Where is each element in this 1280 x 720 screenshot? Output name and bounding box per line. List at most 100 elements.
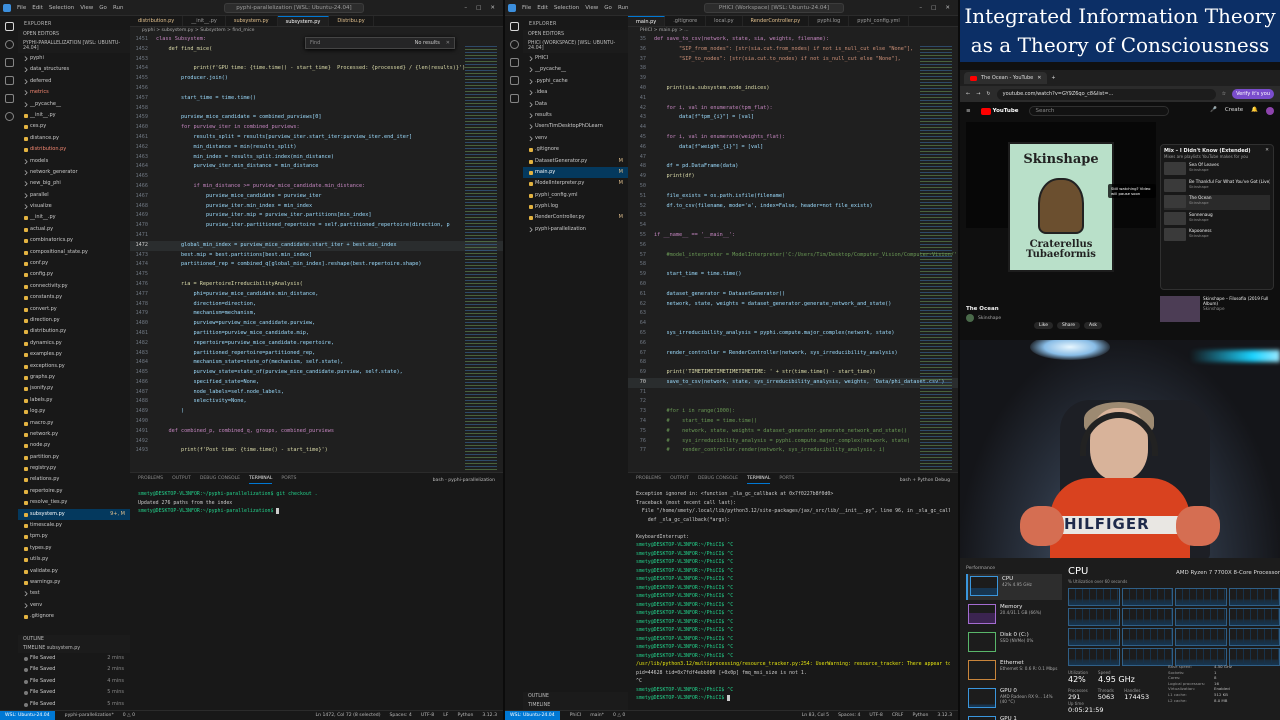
file-item[interactable]: ModelInterpreter.py M bbox=[523, 178, 628, 189]
reload-icon[interactable]: ↻ bbox=[986, 91, 990, 97]
explorer-icon[interactable] bbox=[4, 22, 14, 31]
file-item[interactable]: direction.py bbox=[18, 315, 130, 326]
code-line[interactable]: 1468 purview_iter.min_index = min_index bbox=[130, 202, 503, 212]
status-item-right[interactable]: Spaces: 4 bbox=[838, 713, 860, 718]
channel-avatar[interactable] bbox=[966, 314, 974, 322]
code-line[interactable]: 72 bbox=[628, 397, 958, 407]
code-line[interactable]: 1477 phi=purview_mice_candidate.min_dist… bbox=[130, 290, 503, 300]
folder-item[interactable]: Data bbox=[523, 99, 628, 110]
star-icon[interactable]: ☆ bbox=[1222, 91, 1226, 97]
code-line[interactable]: 1486 specified_state=None, bbox=[130, 378, 503, 388]
panel-tab[interactable]: PROBLEMS bbox=[138, 476, 163, 484]
terminal-output[interactable]: Exception ignored in: <function _sla_gc_… bbox=[628, 487, 958, 706]
source-control-icon[interactable] bbox=[4, 58, 14, 67]
panel-tab[interactable]: TERMINAL bbox=[747, 476, 771, 484]
file-item[interactable]: ces.py bbox=[18, 121, 130, 132]
code-line[interactable]: 1490 bbox=[130, 417, 503, 427]
new-tab-icon[interactable]: + bbox=[1051, 75, 1055, 81]
video-action-button[interactable]: Ask bbox=[1083, 322, 1103, 329]
folder-item[interactable]: deferred bbox=[18, 76, 130, 87]
code-line[interactable]: 1462 min_distance = min(results_split) bbox=[130, 143, 503, 153]
timeline-section[interactable]: TIMELINE bbox=[523, 701, 628, 710]
folder-item[interactable]: .idea bbox=[523, 87, 628, 98]
code-line[interactable]: 56 bbox=[628, 241, 958, 251]
terminal-output[interactable]: smety@DESKTOP-VL3NFOR:~/pyphi-paralleliz… bbox=[130, 487, 503, 519]
folder-item[interactable]: __pycache__ bbox=[18, 99, 130, 110]
code-line[interactable]: 46 data[f"weight_{i}"] = [val] bbox=[628, 143, 958, 153]
code-line[interactable]: 1454 print(f'GPU time: {time.time() - st… bbox=[130, 64, 503, 74]
code-line[interactable]: 1476 ria = RepertoireIrreducibilityAnaly… bbox=[130, 280, 503, 290]
folder-item[interactable]: data_structures bbox=[18, 64, 130, 75]
code-line[interactable]: 51 file_exists = os.path.isfile(filename… bbox=[628, 192, 958, 202]
file-item[interactable]: pyphi.log bbox=[523, 201, 628, 212]
folder-item[interactable]: venv bbox=[18, 600, 130, 611]
find-widget[interactable]: Find No results ✕ bbox=[305, 37, 455, 49]
timeline-item[interactable]: File Saved 4 mins bbox=[18, 676, 130, 687]
editor-tab[interactable]: main.py bbox=[628, 16, 666, 26]
file-item[interactable]: DatasetGenerator.py M bbox=[523, 156, 628, 167]
code-line[interactable]: 36 "SIP_from_nodes": [str(sia.cut.from_n… bbox=[628, 45, 958, 55]
remote-indicator[interactable]: WSL: Ubuntu-24.04 bbox=[0, 710, 55, 720]
code-line[interactable]: 1485 purview_state=state_of(purview_mice… bbox=[130, 368, 503, 378]
code-line[interactable]: 76 # sys_irreducibility_analysis = pyphi… bbox=[628, 437, 958, 447]
profile-button[interactable]: Verify it's you bbox=[1232, 89, 1274, 99]
code-line[interactable]: 54 bbox=[628, 221, 958, 231]
file-item[interactable]: pyphi_config.yml bbox=[523, 190, 628, 201]
code-line[interactable]: 40 print(sia.subsystem.node_indices) bbox=[628, 84, 958, 94]
code-line[interactable]: 1460 for purview_iter in combined_purvie… bbox=[130, 123, 503, 133]
code-line[interactable]: 53 bbox=[628, 211, 958, 221]
file-item[interactable]: graphs.py bbox=[18, 372, 130, 383]
youtube-logo[interactable]: YouTube bbox=[980, 107, 1019, 115]
close-icon[interactable]: ✕ bbox=[945, 5, 950, 11]
status-item-right[interactable]: CRLF bbox=[892, 713, 904, 718]
folder-item[interactable]: pyphi bbox=[18, 53, 130, 64]
menu-item[interactable]: Run bbox=[618, 5, 629, 11]
menu-item[interactable]: Selection bbox=[554, 5, 579, 11]
code-line[interactable]: 1471 bbox=[130, 231, 503, 241]
file-item[interactable]: relations.py bbox=[18, 474, 130, 485]
maximize-icon[interactable]: □ bbox=[476, 5, 481, 11]
code-line[interactable]: 1459 purview_mice_candidate = combined_p… bbox=[130, 113, 503, 123]
status-item-right[interactable]: Python bbox=[912, 713, 928, 718]
code-line[interactable]: 68 bbox=[628, 358, 958, 368]
code-line[interactable]: 49 print(df) bbox=[628, 172, 958, 182]
folder-item[interactable]: PHICI bbox=[523, 53, 628, 64]
editor-tab[interactable]: RenderController.py bbox=[743, 16, 810, 26]
editor-tab[interactable]: Distribu.py bbox=[329, 16, 374, 26]
editor-tab[interactable]: distribution.py bbox=[130, 16, 184, 26]
file-item[interactable]: compositional_state.py bbox=[18, 247, 130, 258]
code-line[interactable]: 1481 partition=purview_mice_candidate.mi… bbox=[130, 329, 503, 339]
status-item-left[interactable]: main* bbox=[590, 713, 604, 718]
code-line[interactable]: 66 bbox=[628, 339, 958, 349]
file-item[interactable]: node.py bbox=[18, 440, 130, 451]
file-item[interactable]: resolve_ties.py bbox=[18, 497, 130, 508]
file-item[interactable]: distribution.py bbox=[18, 144, 130, 155]
code-line[interactable]: 1489 ) bbox=[130, 407, 503, 417]
perf-item-eth[interactable]: Ethernet Ethernet S: 0.6 R: 0.1 Mbps bbox=[966, 658, 1062, 684]
file-item[interactable]: utils.py bbox=[18, 554, 130, 565]
breadcrumb[interactable]: PHICI > main.py > ... bbox=[628, 27, 958, 35]
mic-icon[interactable]: 🎤 bbox=[1210, 107, 1217, 115]
perf-item-mem[interactable]: Memory 20.4/31.1 GB (66%) bbox=[966, 602, 1062, 628]
file-item[interactable]: __init__.py bbox=[18, 110, 130, 121]
open-editors-section[interactable]: OPEN EDITORS bbox=[18, 30, 130, 39]
back-icon[interactable]: ← bbox=[966, 91, 970, 97]
folder-item[interactable]: pyphi-parallelization bbox=[523, 224, 628, 235]
panel-tab[interactable]: DEBUG CONSOLE bbox=[698, 476, 738, 484]
code-line[interactable]: 1487 node_labels=self.node_labels, bbox=[130, 388, 503, 398]
minimize-icon[interactable]: – bbox=[464, 5, 467, 11]
code-line[interactable]: 77 # render_controller.render(network, s… bbox=[628, 446, 958, 456]
breadcrumb[interactable]: pyphi > subsystem.py > Subsystem > find_… bbox=[130, 27, 503, 35]
menu-item[interactable]: File bbox=[522, 5, 531, 11]
source-control-icon[interactable] bbox=[509, 58, 519, 67]
code-line[interactable]: 61 dataset_generator = DatasetGenerator(… bbox=[628, 290, 958, 300]
code-line[interactable]: 1493 print(f'Post time: {time.time() - s… bbox=[130, 446, 503, 456]
minimize-icon[interactable]: – bbox=[919, 5, 922, 11]
file-item[interactable]: exceptions.py bbox=[18, 361, 130, 372]
status-item-right[interactable]: Ln 83, Col 5 bbox=[802, 713, 829, 718]
code-line[interactable]: 1473 best.mip = best.partitions[best.min… bbox=[130, 251, 503, 261]
code-line[interactable]: 1465 bbox=[130, 172, 503, 182]
file-item[interactable]: main.py M bbox=[523, 166, 628, 179]
code-line[interactable]: 1453 bbox=[130, 55, 503, 65]
code-line[interactable]: 58 bbox=[628, 260, 958, 270]
